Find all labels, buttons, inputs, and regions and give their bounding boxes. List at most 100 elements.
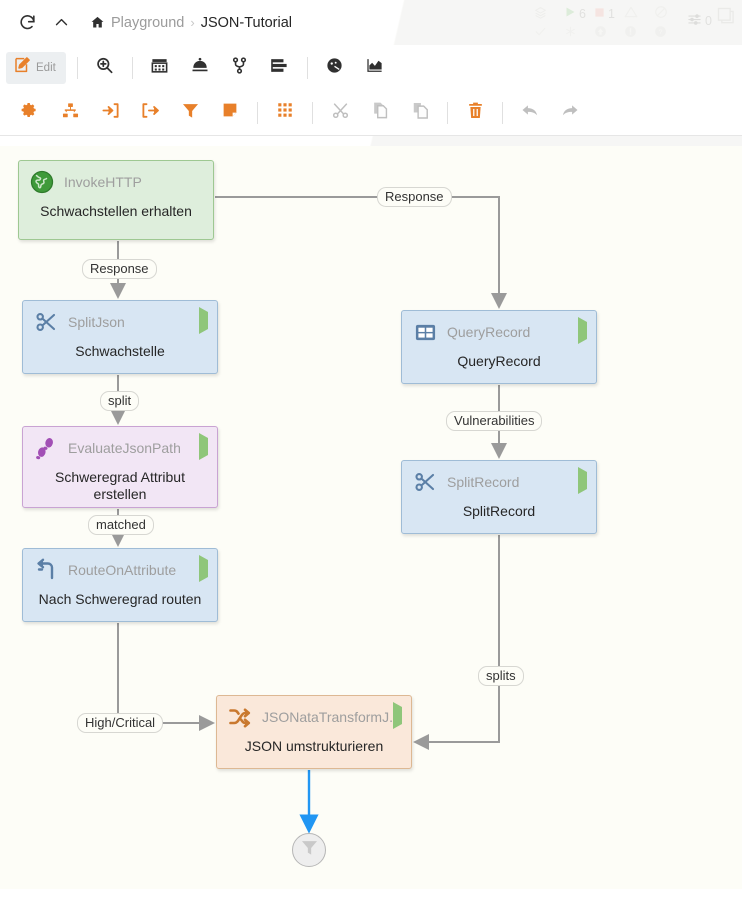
route-arrow-icon (33, 557, 59, 583)
edit-mode-button[interactable]: Edit (6, 51, 66, 84)
edge-label-matched[interactable]: matched (88, 515, 154, 535)
toolbar-divider (131, 56, 133, 79)
refresh-icon[interactable] (10, 6, 44, 40)
grid-dots-icon (276, 101, 294, 124)
home-icon[interactable] (90, 15, 105, 30)
edge-label-response-left[interactable]: Response (82, 259, 157, 279)
calendar-button[interactable] (140, 51, 180, 85)
search-button[interactable] (85, 51, 125, 85)
trash-icon (466, 101, 485, 125)
stacked-layers-icon (534, 6, 547, 22)
process-group-icon[interactable] (716, 6, 736, 26)
navigate-up-button[interactable] (44, 6, 78, 40)
processor-node-jsonata-transform[interactable]: JSONataTransformJ... JSON umstrukturiere… (216, 695, 412, 769)
add-process-group-button[interactable] (50, 96, 90, 130)
bar-chart-icon (365, 56, 384, 80)
invalid-status (624, 5, 654, 22)
arrow-into-bracket-icon (101, 101, 120, 125)
running-count: 6 (579, 6, 586, 21)
breadcrumb-parent[interactable]: Playground (111, 15, 184, 31)
scissors-icon (412, 469, 438, 495)
arrow-out-of-bracket-icon (141, 101, 160, 125)
node-header: RouteOnAttribute (23, 549, 217, 591)
scissors-icon (33, 309, 59, 335)
edge-label-high-critical[interactable]: High/Critical (77, 713, 164, 733)
toolbar-divider (306, 56, 308, 79)
cut-button[interactable] (320, 96, 360, 130)
node-name-label: Schwachstelle (75, 343, 165, 359)
processor-node-evaluatejsonpath[interactable]: EvaluateJsonPath Schweregrad Attribut er… (22, 426, 218, 508)
table-grid-icon (412, 319, 438, 345)
calendar-icon (150, 56, 169, 80)
edge-label-vulnerabilities[interactable]: Vulnerabilities (446, 411, 543, 431)
queue-button[interactable] (260, 51, 300, 85)
node-header: JSONataTransformJ... (217, 696, 411, 738)
copy-button[interactable] (360, 96, 400, 130)
controller-services-status[interactable]: 0 (687, 12, 712, 30)
node-type-label: InvokeHTTP (64, 174, 142, 190)
up-arrow-circle-icon (594, 25, 607, 41)
node-name-label: QueryRecord (457, 353, 541, 369)
breadcrumb-separator: › (190, 15, 195, 30)
summary-button[interactable] (315, 51, 355, 85)
play-icon (564, 6, 576, 21)
processor-node-queryrecord[interactable]: QueryRecord QueryRecord (401, 310, 597, 384)
funnel-component[interactable] (292, 833, 326, 867)
transmitting-status (534, 6, 564, 22)
undo-arrow-icon (520, 100, 540, 125)
add-funnel-button[interactable] (170, 96, 210, 130)
add-output-port-button[interactable] (130, 96, 170, 130)
cloche-service-icon (190, 55, 210, 80)
play-icon (199, 433, 208, 460)
controller-count: 0 (705, 14, 712, 28)
gauge-icon (325, 56, 344, 80)
redo-arrow-icon (560, 100, 580, 125)
paste-button[interactable] (400, 96, 440, 130)
component-toolbar (0, 90, 742, 136)
add-input-port-button[interactable] (90, 96, 130, 130)
processor-node-splitrecord[interactable]: SplitRecord SplitRecord (401, 460, 597, 534)
flow-versions-button[interactable] (220, 51, 260, 85)
redo-button[interactable] (550, 96, 590, 130)
edge-label-split[interactable]: split (100, 391, 140, 411)
up-to-date-check-status (534, 25, 564, 41)
toolbar-divider (312, 101, 313, 124)
hierarchy-icon (61, 101, 80, 125)
flow-status-cluster: 6 1 ? (534, 4, 684, 42)
add-processor-button[interactable] (10, 96, 50, 130)
node-type-label: QueryRecord (447, 324, 531, 340)
breadcrumb-current[interactable]: JSON-Tutorial (201, 15, 292, 31)
funnel-icon (181, 101, 200, 125)
up-to-date-status (594, 25, 624, 41)
stop-icon (594, 7, 605, 21)
exclamation-circle-icon (624, 25, 637, 41)
edge-invokehttp-queryrecord (215, 196, 507, 309)
primary-toolbar: Edit (0, 45, 742, 90)
branch-icon (230, 56, 249, 80)
add-label-button[interactable] (210, 96, 250, 130)
app-header: Playground › JSON-Tutorial 6 1 ? 0 (0, 0, 742, 45)
stopped-status: 1 (594, 7, 624, 21)
edge-label-splits[interactable]: splits (478, 666, 524, 686)
processor-node-routeonattribute[interactable]: RouteOnAttribute Nach Schweregrad routen (22, 548, 218, 622)
node-type-label: SplitJson (68, 314, 125, 330)
status-badge (199, 433, 208, 460)
toolbar-divider (502, 101, 503, 124)
play-icon (393, 702, 402, 729)
node-name-label: Nach Schweregrad routen (38, 591, 202, 607)
status-badge (393, 702, 402, 729)
node-type-label: JSONataTransformJ... (262, 709, 401, 725)
delete-button[interactable] (455, 96, 495, 130)
processor-node-invokehttp[interactable]: InvokeHTTP Schwachstellen erhalten (18, 160, 214, 240)
node-header: InvokeHTTP (19, 161, 213, 203)
play-icon (578, 317, 587, 344)
processor-node-splitjson[interactable]: SplitJson Schwachstelle (22, 300, 218, 374)
status-history-button[interactable] (355, 51, 395, 85)
globe-icon (29, 169, 55, 195)
undo-button[interactable] (510, 96, 550, 130)
status-badge (199, 307, 208, 334)
flow-canvas[interactable]: InvokeHTTP Schwachstellen erhalten Split… (0, 146, 742, 897)
edge-label-response-top[interactable]: Response (377, 187, 452, 207)
controller-services-button[interactable] (180, 51, 220, 85)
align-grid-button[interactable] (265, 96, 305, 130)
